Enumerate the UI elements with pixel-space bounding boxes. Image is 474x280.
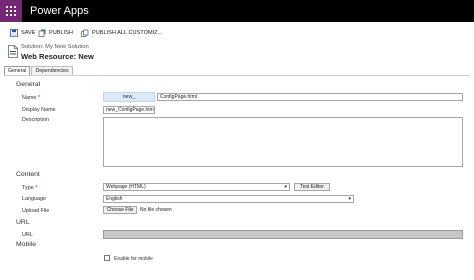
save-icon [10, 28, 18, 37]
save-label: SAVE [21, 29, 36, 36]
required-marker: * [35, 185, 38, 191]
upload-file-label: Upload File [22, 208, 50, 214]
section-general: General [16, 81, 41, 88]
display-name-input[interactable]: new_ConfigPage.html [103, 106, 155, 114]
display-name-label: Display Name [22, 107, 56, 113]
name-input[interactable]: ConfigPage.html [157, 93, 463, 101]
description-label: Description [22, 117, 49, 123]
tab-general[interactable]: General [4, 66, 31, 75]
text-editor-button[interactable]: Text Editor [294, 183, 330, 191]
language-select-value: English [106, 196, 123, 202]
tab-divider [4, 75, 470, 76]
enable-mobile-label: Enable for mobile [114, 256, 153, 262]
type-select[interactable]: Webpage (HTML) ▾ [103, 183, 290, 191]
app-name[interactable]: Power Apps [30, 4, 89, 18]
publish-all-button[interactable]: PUBLISH ALL CUSTOMIZ... [81, 27, 162, 38]
app-launcher-icon[interactable] [0, 0, 22, 22]
publish-button[interactable]: PUBLISH [38, 27, 73, 38]
top-bar: Power Apps [0, 0, 474, 22]
chevron-down-icon: ▾ [348, 196, 351, 202]
choose-file-button[interactable]: Choose File [103, 206, 137, 214]
section-content: Content [16, 171, 40, 178]
section-mobile: Mobile [16, 241, 37, 248]
command-bar: SAVE PUBLISH PUBLISH ALL CUSTOMIZ... [0, 24, 474, 40]
name-label: Name * [22, 95, 40, 101]
description-textarea[interactable] [103, 117, 463, 167]
tab-strip: General Dependencies [4, 66, 74, 75]
url-label: URL [22, 232, 33, 238]
web-resource-icon [8, 45, 18, 58]
page-title: Web Resource: New [21, 52, 94, 61]
publish-label: PUBLISH [49, 29, 73, 36]
type-label: Type * [22, 185, 37, 191]
enable-mobile-checkbox[interactable] [104, 255, 110, 261]
save-button[interactable]: SAVE [10, 27, 36, 38]
name-label-text: Name [22, 95, 37, 101]
type-label-text: Type [22, 185, 34, 191]
url-field [103, 230, 463, 239]
publish-all-icon [81, 29, 89, 37]
section-url: URL [16, 219, 30, 226]
language-select[interactable]: English ▾ [103, 195, 354, 203]
file-status: No file chosen [140, 207, 172, 213]
solution-label: Solution: My New Solution [21, 44, 89, 50]
chevron-down-icon: ▾ [284, 184, 287, 190]
required-marker: * [37, 95, 40, 101]
publish-all-label: PUBLISH ALL CUSTOMIZ... [92, 29, 163, 36]
type-select-value: Webpage (HTML) [106, 184, 146, 190]
tab-dependencies[interactable]: Dependencies [31, 66, 73, 75]
name-prefix: new_ [103, 92, 155, 102]
language-label: Language [22, 196, 46, 202]
publish-icon [38, 29, 46, 37]
